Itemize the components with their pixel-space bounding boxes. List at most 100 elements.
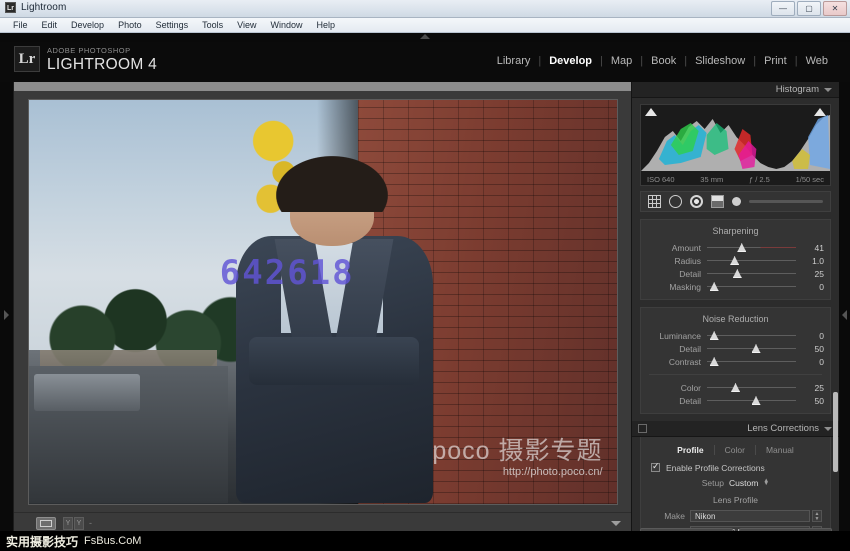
slider-row-detail[interactable]: Detail 25 [641, 267, 830, 280]
menu-item-develop[interactable]: Develop [64, 19, 111, 32]
slider-row-amount[interactable]: Amount 41 [641, 241, 830, 254]
slider-label: Detail [679, 395, 701, 406]
toolbar-options-chevron-down-icon[interactable] [611, 520, 621, 526]
menu-item-settings[interactable]: Settings [149, 19, 196, 32]
slider-knob[interactable] [709, 331, 719, 340]
slider-knob[interactable] [709, 282, 719, 291]
module-book[interactable]: Book [643, 55, 684, 67]
menu-item-edit[interactable]: Edit [35, 19, 65, 32]
adjustment-brush-tool-icon[interactable] [732, 197, 741, 206]
chevron-up-icon [420, 34, 430, 39]
enable-profile-corrections-checkbox[interactable]: Enable Profile Corrections [641, 461, 830, 474]
setup-label: Setup [701, 478, 724, 488]
lens-tab-profile[interactable]: Profile [667, 445, 715, 455]
sharpening-sliders: Amount 41 Radius 1.0 Detail 25 Masking 0 [641, 241, 830, 293]
module-develop[interactable]: Develop [541, 55, 600, 67]
slider-knob[interactable] [731, 383, 741, 392]
slider-row-detail[interactable]: Detail 50 [641, 342, 830, 355]
slider-track[interactable] [707, 344, 796, 353]
identity-line-2: LIGHTROOM 4 [47, 55, 158, 73]
right-panel-scrollbar[interactable] [833, 392, 838, 472]
slider-track[interactable] [707, 396, 796, 405]
menu-item-photo[interactable]: Photo [111, 19, 149, 32]
photo-number-overlay: 642618 [219, 253, 355, 294]
slider-label: Radius [674, 255, 701, 266]
lens-corrections-panel-header[interactable]: Lens Corrections [632, 421, 839, 437]
slider-knob[interactable] [751, 396, 761, 405]
develop-tool-strip [640, 191, 831, 212]
slider-row-color[interactable]: Color 25 [641, 381, 830, 394]
slider-row-detail[interactable]: Detail 50 [641, 394, 830, 407]
red-eye-tool-icon[interactable] [690, 195, 703, 208]
brush-size-slider[interactable] [749, 200, 823, 203]
module-map[interactable]: Map [603, 55, 640, 67]
right-panel-collapse-rail[interactable] [839, 82, 850, 551]
module-library[interactable]: Library [489, 55, 539, 67]
spot-removal-tool-icon[interactable] [669, 195, 682, 208]
slider-knob[interactable] [751, 344, 761, 353]
slider-track[interactable] [707, 383, 796, 392]
checkbox-checked-icon [651, 461, 660, 472]
lens-field-make[interactable]: Make Nikon ▲ ▼ [641, 509, 830, 523]
slider-knob[interactable] [732, 269, 742, 278]
slider-track[interactable] [707, 282, 796, 291]
slider-track[interactable] [707, 357, 796, 366]
loupe-view-icon[interactable] [36, 516, 56, 530]
menu-item-view[interactable]: View [230, 19, 263, 32]
slider-label: Amount [671, 242, 701, 253]
slider-knob[interactable] [737, 243, 747, 252]
identity-plate[interactable]: Lr ADOBE PHOTOSHOP LIGHTROOM 4 [14, 46, 157, 72]
page-watermark: 实用摄影技巧 FsBus.CoM [0, 531, 148, 551]
identity-bar: Lr ADOBE PHOTOSHOP LIGHTROOM 4 Library | D… [0, 42, 850, 82]
slider-track[interactable] [707, 243, 796, 252]
module-slideshow[interactable]: Slideshow [687, 55, 753, 67]
flag-toggle-group[interactable]: Y Y [63, 516, 84, 530]
slider-knob[interactable] [730, 256, 740, 265]
slider-row-radius[interactable]: Radius 1.0 [641, 254, 830, 267]
slider-row-luminance[interactable]: Luminance 0 [641, 329, 830, 342]
graduated-filter-tool-icon[interactable] [711, 195, 724, 208]
menu-item-tools[interactable]: Tools [195, 19, 230, 32]
top-panel-collapse-bar[interactable] [0, 33, 850, 42]
slider-value: 50 [814, 395, 824, 406]
menu-bar: File Edit Develop Photo Settings Tools View Win… [0, 18, 850, 33]
left-panel-collapse-rail[interactable] [0, 82, 14, 551]
lens-tab-manual[interactable]: Manual [756, 445, 804, 455]
stepper-icon[interactable]: ▲▼ [763, 478, 769, 487]
menu-item-window[interactable]: Window [264, 19, 310, 32]
stepper-icon[interactable]: ▲▼ [812, 510, 822, 522]
enable-profile-corrections-label: Enable Profile Corrections [666, 462, 765, 473]
photo-stage[interactable]: 642618 poco 摄影专题 http://photo.poco.cn/ [14, 91, 631, 512]
slider-track[interactable] [707, 256, 796, 265]
photo-preview[interactable]: 642618 poco 摄影专题 http://photo.poco.cn/ [28, 99, 617, 504]
module-web[interactable]: Web [798, 55, 836, 67]
slider-track[interactable] [707, 269, 796, 278]
module-print[interactable]: Print [756, 55, 795, 67]
slider-track[interactable] [707, 331, 796, 340]
histogram[interactable]: ISO 640 35 mm ƒ / 2.5 1/50 sec [640, 104, 831, 186]
close-button[interactable]: ✕ [823, 1, 847, 16]
os-title-left: Lr Lightroom [5, 2, 66, 13]
lens-field-value[interactable]: Nikon [690, 510, 810, 522]
slider-row-contrast[interactable]: Contrast 0 [641, 355, 830, 368]
lightroom-window: Lr Lightroom — ▢ ✕ File Edit Develop Photo S… [0, 0, 850, 551]
lens-tab-color[interactable]: Color [715, 445, 756, 455]
lens-field-value-text: Nikon [695, 511, 716, 521]
window-controls: — ▢ ✕ [771, 1, 847, 16]
menu-item-file[interactable]: File [6, 19, 35, 32]
slider-value: 50 [814, 343, 824, 354]
histogram-panel-header[interactable]: Histogram [632, 82, 839, 98]
histogram-curve [641, 115, 830, 171]
slider-label: Contrast [668, 356, 701, 367]
sharpening-title: Sharpening [712, 226, 759, 236]
setup-row[interactable]: Setup Custom ▲ ▼ [641, 478, 830, 488]
maximize-button[interactable]: ▢ [797, 1, 821, 16]
slider-knob[interactable] [709, 357, 719, 366]
panel-switch-icon[interactable] [638, 424, 647, 433]
noise-sliders: Luminance 0 Detail 50 Contrast 0 [641, 329, 830, 368]
menu-item-help[interactable]: Help [310, 19, 343, 32]
slider-row-masking[interactable]: Masking 0 [641, 280, 830, 293]
main-body: 642618 poco 摄影专题 http://photo.poco.cn/ Y… [0, 82, 850, 551]
crop-tool-icon[interactable] [648, 195, 661, 208]
minimize-button[interactable]: — [771, 1, 795, 16]
